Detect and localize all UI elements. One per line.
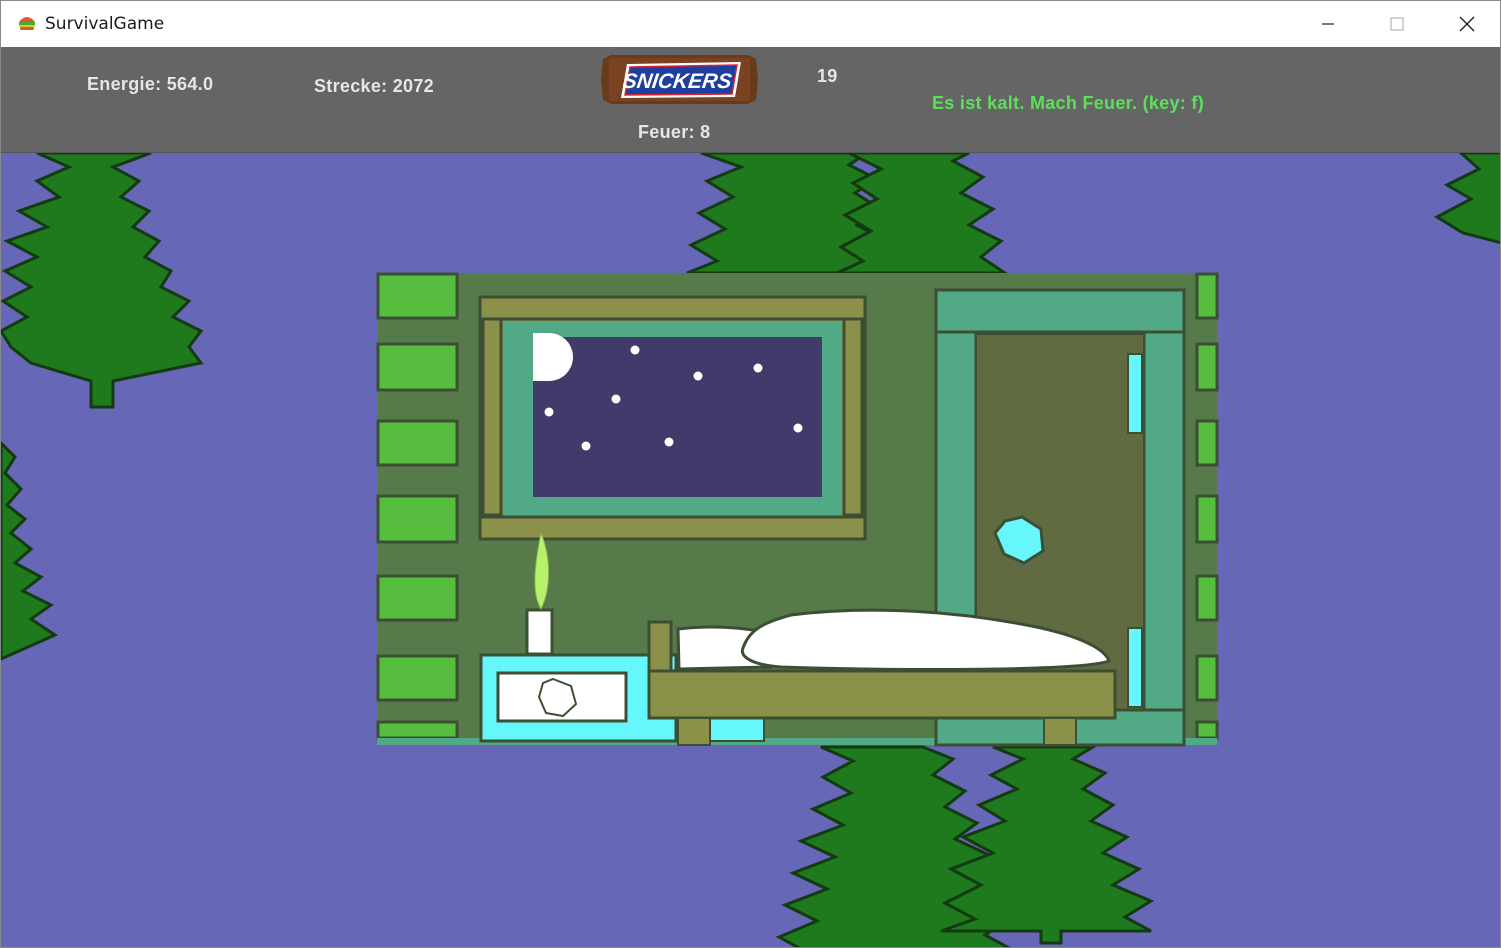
window-title: SurvivalGame (45, 14, 165, 34)
burger-icon (17, 13, 37, 33)
minimize-icon (1320, 16, 1336, 32)
maximize-button[interactable] (1362, 1, 1432, 47)
snickers-logo-text: SNICKERS (621, 70, 733, 93)
energy-label: Energie: 564.0 (87, 74, 214, 94)
hud-panel: Energie: 564.0 Strecke: 2072 SNICKERS 19… (1, 47, 1500, 153)
counter-value: 19 (817, 66, 838, 86)
distance-label: Strecke: 2072 (314, 76, 434, 96)
window (478, 295, 867, 541)
minimize-button[interactable] (1293, 1, 1363, 47)
close-icon (1458, 15, 1476, 33)
snickers-bar-icon: SNICKERS (601, 55, 758, 104)
left-log-wall (376, 272, 459, 740)
right-log-wall (1195, 272, 1219, 740)
game-scene (1, 153, 1500, 947)
maximize-icon (1389, 16, 1405, 32)
fire-label: Feuer: 8 (638, 122, 711, 142)
cabin-interior (376, 272, 1219, 747)
title-bar: SurvivalGame (1, 1, 1500, 47)
game-window: SurvivalGame Energie: 564.0 Strecke: 207… (0, 0, 1501, 948)
close-button[interactable] (1432, 1, 1500, 47)
status-message: Es ist kalt. Mach Feuer. (key: f) (932, 93, 1204, 113)
